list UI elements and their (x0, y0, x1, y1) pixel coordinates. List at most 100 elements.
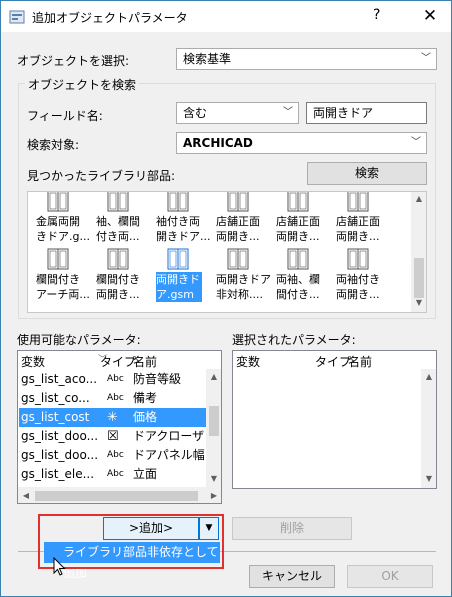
library-item[interactable]: 両開きド ア.gsm (152, 248, 210, 310)
match-dropdown[interactable]: 含む ﹀ (176, 102, 299, 124)
param-var: gs_list_ele... (21, 467, 95, 481)
library-item[interactable]: 欄間付き 両開き... (92, 248, 150, 310)
found-parts-label: 見つかったライブラリ部品: (27, 169, 176, 183)
library-item[interactable]: 金属両開 きドア.g... (32, 192, 90, 252)
library-scrollbar[interactable]: ▲ ▼ (411, 192, 426, 312)
library-item-caption: 両開きドア 非対称.... (216, 273, 271, 301)
column-header-type[interactable]: タイプ (100, 353, 136, 370)
library-item[interactable]: 店舗正面 両開き... (212, 192, 270, 252)
column-header-var[interactable]: 変数 (21, 353, 45, 370)
table-row[interactable]: gs_list_ele... Abc 立面 (19, 465, 207, 484)
scroll-right-icon[interactable]: ▶ (206, 491, 221, 500)
close-button[interactable]: ✕ (416, 4, 444, 28)
cancel-button[interactable]: キャンセル (249, 565, 335, 588)
library-item-caption: 店舗正面 両開き... (216, 215, 260, 243)
door-thumbnail-icon (287, 248, 309, 270)
chevron-down-icon: ﹀ (411, 137, 421, 148)
library-item-caption: 両袖、欄 間付き... (276, 273, 320, 301)
select-object-dropdown[interactable]: 検索基準 ﹀ (176, 48, 437, 70)
table-row[interactable]: gs_list_co... Abc 備考 (19, 389, 207, 408)
param-var: gs_list_co... (21, 391, 90, 405)
selected-params-label: 選択されたパラメータ: (232, 333, 356, 347)
remove-button[interactable]: 削除 (232, 517, 352, 540)
door-thumbnail-icon (107, 248, 129, 270)
scroll-down-icon[interactable]: ▼ (411, 298, 426, 307)
param-type: ☒ (107, 429, 119, 444)
column-header-type[interactable]: タイプ (315, 353, 351, 370)
library-item[interactable]: 店舗正面 両開き... (332, 192, 390, 252)
table-row[interactable]: gs_list_aco... Abc 防音等級 (19, 370, 207, 389)
dialog: 追加オブジェクトパラメータ ? ✕ オブジェクトを選択: 検索基準 ﹀ オブジェ… (0, 0, 452, 597)
param-type: Abc (107, 393, 124, 403)
library-item-caption: 袖、欄間 付き両... (96, 215, 140, 243)
library-item-caption: 金属両開 きドア.g... (36, 215, 90, 243)
param-var: gs_list_doo... (21, 448, 99, 462)
library-item-caption: 欄間付き アーチ両... (36, 273, 90, 301)
search-text-input[interactable]: 両開きドア (306, 102, 427, 124)
library-item-caption: 欄間付き 両開き... (96, 273, 140, 301)
scroll-left-icon[interactable]: ◀ (18, 491, 34, 500)
column-header-name[interactable]: 名前 (133, 353, 157, 370)
param-name: 備考 (133, 391, 158, 405)
search-group-title: オブジェクトを検索 (25, 76, 140, 93)
library-item[interactable]: 欄間付き アーチ両... (32, 248, 90, 310)
window-title: 追加オブジェクトパラメータ (32, 11, 188, 25)
table-row[interactable]: gs_list_cost ✳ 価格 (19, 408, 207, 427)
available-params-list[interactable]: 変数 ﹀ タイプ 名前 gs_list_aco... Abc 防音等級 gs_list… (17, 350, 222, 504)
door-thumbnail-icon (167, 192, 189, 212)
library-item[interactable]: 袖、欄間 付き両... (92, 192, 150, 252)
selected-params-scrollbar[interactable]: ▲ ▼ (421, 369, 436, 488)
column-header-var[interactable]: 変数 (236, 353, 260, 370)
field-name-label: フィールド名: (27, 109, 103, 123)
scroll-up-icon[interactable]: ▲ (421, 372, 436, 381)
door-thumbnail-icon (287, 192, 309, 212)
library-item[interactable]: 両開きドア 非対称.... (212, 248, 271, 310)
scroll-down-icon[interactable]: ▼ (206, 474, 221, 483)
mouse-cursor-icon (53, 557, 66, 576)
select-object-value: 検索基準 (183, 52, 232, 66)
door-thumbnail-icon (47, 248, 69, 270)
table-row[interactable]: gs_list_doo... ☒ ドアクローザ (19, 427, 207, 446)
library-item-caption: 店舗正面 両開き... (336, 215, 380, 243)
selected-params-list[interactable]: 変数 タイプ 名前 ▲ ▼ (232, 350, 437, 489)
library-item-caption: 両開きド ア.gsm (156, 272, 202, 302)
search-target-label: 検索対象: (27, 138, 80, 152)
params-vscrollbar[interactable]: ▲ ▼ (206, 369, 221, 487)
library-item[interactable]: 両袖付き 両開き... (332, 248, 390, 310)
library-parts-panel[interactable]: 金属両開 きドア.g... 袖、欄間 付き両... 袖付き両 開きドア... 店舗正面… (27, 191, 427, 313)
column-header-name[interactable]: 名前 (348, 353, 372, 370)
door-thumbnail-icon (347, 192, 369, 212)
scrollbar-thumb[interactable] (414, 258, 424, 298)
door-thumbnail-icon (167, 248, 189, 270)
search-target-dropdown[interactable]: ARCHICAD ﹀ (176, 132, 427, 154)
match-value: 含む (183, 106, 208, 120)
param-name: ドアクローザ (133, 429, 205, 443)
scrollbar-thumb[interactable] (209, 406, 219, 436)
help-button[interactable]: ? (373, 7, 380, 23)
param-var: gs_list_doo... (21, 429, 99, 443)
scroll-up-icon[interactable]: ▲ (206, 372, 221, 381)
param-type: ✳ (107, 410, 118, 425)
params-hscrollbar[interactable]: ◀ ▶ (18, 487, 221, 503)
library-item-caption: 店舗正面 両開き... (276, 215, 320, 243)
table-row[interactable]: gs_list_doo... Abc ドアパネル幅 (19, 446, 207, 465)
search-button[interactable]: 検索 (307, 162, 427, 185)
library-item[interactable]: 店舗正面 両開き... (272, 192, 330, 252)
available-params-label: 使用可能なパラメータ: (17, 333, 141, 347)
scroll-down-icon[interactable]: ▼ (421, 474, 436, 483)
scrollbar-thumb[interactable] (35, 491, 198, 501)
door-thumbnail-icon (107, 192, 129, 212)
library-item-caption: 袖付き両 開きドア... (156, 215, 211, 243)
param-name: 価格 (133, 410, 158, 424)
param-type: Abc (107, 450, 124, 460)
library-item-caption: 両袖付き 両開き... (336, 273, 380, 301)
ok-button[interactable]: OK (347, 565, 433, 588)
param-name: ドアパネル幅 (133, 448, 205, 462)
param-type: Abc (107, 469, 124, 479)
scroll-up-icon[interactable]: ▲ (411, 194, 426, 203)
library-item[interactable]: 両袖、欄 間付き... (272, 248, 330, 310)
door-thumbnail-icon (227, 192, 249, 212)
library-item[interactable]: 袖付き両 開きドア... (152, 192, 211, 252)
chevron-down-icon: ﹀ (421, 53, 431, 64)
chevron-down-icon: ﹀ (283, 107, 293, 118)
